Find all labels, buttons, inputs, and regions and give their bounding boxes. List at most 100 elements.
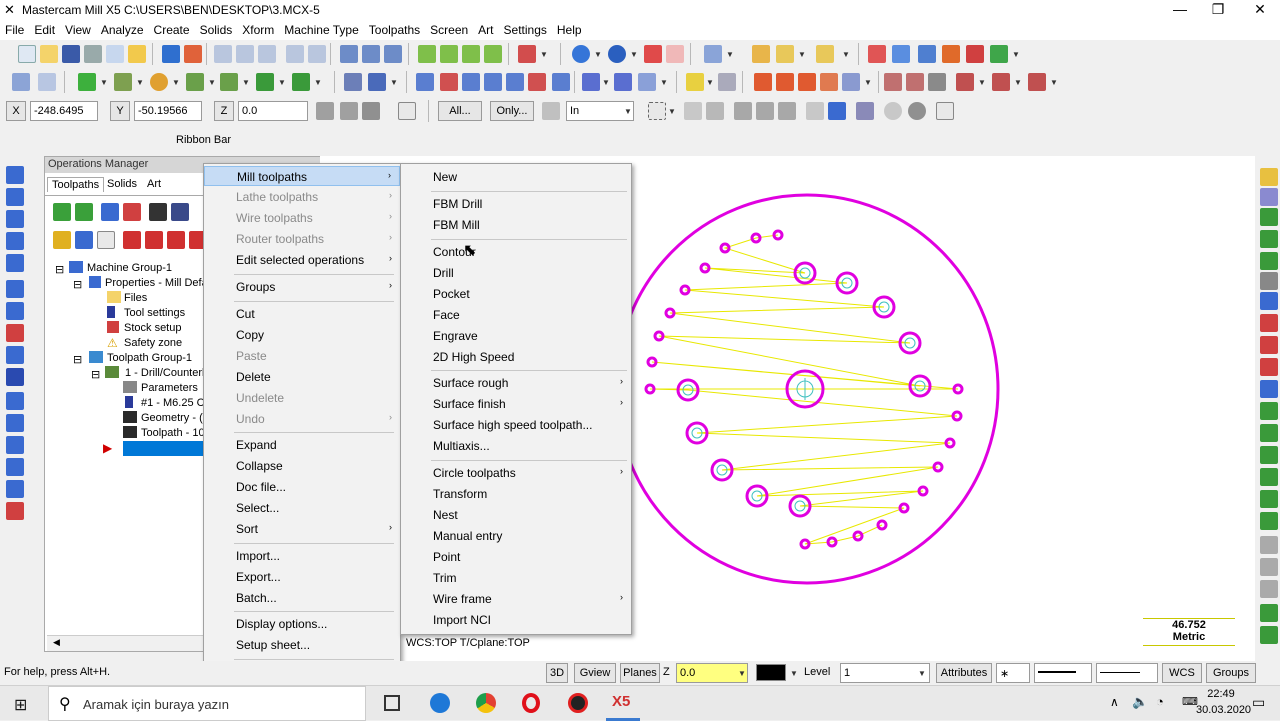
wcs-button[interactable]: WCS — [1162, 663, 1202, 683]
network-icon[interactable]: ◔ — [1156, 694, 1164, 709]
left-tool-11-icon[interactable] — [6, 392, 24, 410]
menu-art[interactable]: Art — [473, 20, 498, 40]
submenu-item[interactable]: Face — [401, 305, 631, 325]
submenu-item[interactable]: Nest — [401, 505, 631, 525]
right-tool-21-icon[interactable] — [1260, 604, 1278, 622]
tree-expander[interactable]: ⊟ — [73, 278, 82, 291]
grid-3-icon[interactable] — [798, 73, 816, 91]
sel-6-icon[interactable] — [806, 102, 824, 120]
submenu-item[interactable]: Engrave — [401, 326, 631, 346]
misc-1-icon[interactable] — [884, 73, 902, 91]
ctx-menu-item[interactable]: Expand — [204, 435, 400, 455]
tree-item[interactable]: 1 - Drill/Counterbo — [125, 367, 214, 379]
ctx-menu-item[interactable]: Setup sheet... — [204, 635, 400, 655]
left-tool-10-icon[interactable] — [6, 368, 24, 386]
tree-expander[interactable]: ⊟ — [55, 263, 64, 276]
print-preview-icon[interactable] — [106, 45, 124, 63]
pencil-icon[interactable] — [752, 45, 770, 63]
right-tool-12-icon[interactable] — [1260, 402, 1278, 420]
tree-item[interactable]: Properties - Mill Defau — [105, 277, 214, 289]
tree-item[interactable]: Safety zone — [124, 337, 182, 349]
right-tool-7-icon[interactable] — [1260, 292, 1278, 310]
tree-expander[interactable]: ⊟ — [73, 353, 82, 366]
scroll-left-icon[interactable]: ◀ — [53, 637, 60, 648]
misc-3-icon[interactable] — [928, 73, 946, 91]
menu-settings[interactable]: Settings — [499, 20, 552, 40]
sel-2-icon[interactable] — [706, 102, 724, 120]
z-coordinate-field[interactable]: 0.0 — [238, 101, 308, 121]
menu-edit[interactable]: Edit — [29, 20, 60, 40]
grid-1-icon[interactable] — [754, 73, 772, 91]
move-up-icon[interactable] — [145, 231, 163, 249]
menu-screen[interactable]: Screen — [425, 20, 473, 40]
ctx-menu-item[interactable]: Sort › — [204, 519, 400, 539]
left-tool-5-icon[interactable] — [6, 254, 24, 272]
windows-start-icon[interactable]: ⊞ — [14, 695, 27, 715]
groups-button[interactable]: Groups — [1206, 663, 1256, 683]
notification-icon[interactable]: ▭ — [1252, 694, 1265, 711]
clock-time[interactable]: 22:49 — [1200, 688, 1242, 700]
solid-view-3-icon[interactable] — [462, 45, 480, 63]
verify-icon[interactable] — [171, 203, 189, 221]
sphere-icon[interactable] — [608, 45, 626, 63]
table-icon[interactable] — [638, 73, 656, 91]
break-icon[interactable] — [368, 73, 386, 91]
iso-view-icon[interactable] — [704, 45, 722, 63]
translate-icon[interactable] — [990, 45, 1008, 63]
3d-button[interactable]: 3D — [546, 663, 568, 683]
right-tool-11-icon[interactable] — [1260, 380, 1278, 398]
globe-icon[interactable] — [572, 45, 590, 63]
ctx-menu-item[interactable]: Display options... — [204, 614, 400, 634]
tree-expander[interactable]: ⊟ — [91, 368, 100, 381]
zoom-window-icon[interactable] — [236, 45, 254, 63]
project-icon[interactable] — [582, 73, 600, 91]
measure-icon[interactable] — [776, 45, 794, 63]
menu-analyze[interactable]: Analyze — [96, 20, 149, 40]
undo-icon[interactable] — [12, 73, 30, 91]
mastercam-icon[interactable]: X5 — [612, 693, 634, 713]
ctx-menu-item[interactable]: Mill toolpaths › — [204, 166, 400, 186]
zoom-out-icon[interactable] — [308, 45, 326, 63]
grid-2-icon[interactable] — [776, 73, 794, 91]
left-tool-16-icon[interactable] — [6, 502, 24, 520]
roll-icon[interactable] — [966, 45, 984, 63]
submenu-item[interactable]: FBM Drill — [401, 194, 631, 214]
circle-icon[interactable] — [150, 73, 168, 91]
y-label[interactable]: Y — [110, 101, 130, 121]
backplot-icon[interactable] — [149, 203, 167, 221]
ctx-menu-item[interactable]: Doc file... — [204, 477, 400, 497]
tab-solids[interactable]: Solids — [103, 177, 141, 191]
right-tool-1-icon[interactable] — [1260, 168, 1278, 186]
tree-item[interactable]: Geometry - (3 — [141, 412, 209, 424]
bulb-icon[interactable] — [128, 45, 146, 63]
xform-4-icon[interactable] — [484, 73, 502, 91]
select-all-button[interactable]: All... — [438, 101, 482, 121]
insert-arrow-icon[interactable] — [167, 231, 185, 249]
toolpath-edit-icon[interactable] — [718, 73, 736, 91]
fast-point-icon[interactable] — [316, 102, 334, 120]
analyze-icon[interactable] — [816, 45, 834, 63]
redo-icon[interactable] — [38, 73, 56, 91]
toolpath-bulb-icon[interactable] — [686, 73, 704, 91]
left-tool-4-icon[interactable] — [6, 232, 24, 250]
offset-icon[interactable] — [942, 45, 960, 63]
taskbar-search[interactable]: ⚲ Aramak için buraya yazın — [48, 686, 366, 721]
sel-9-icon[interactable] — [884, 102, 902, 120]
close-button[interactable]: ✕ — [1240, 0, 1280, 20]
curve-icon[interactable] — [256, 73, 274, 91]
y-coordinate-field[interactable]: -50.19566 — [134, 101, 202, 121]
select-only-button[interactable]: Only... — [490, 101, 534, 121]
opera-icon[interactable] — [522, 693, 540, 713]
submenu-item[interactable]: Contour — [401, 242, 631, 262]
zoom-target-icon[interactable] — [258, 45, 276, 63]
toggle-display-icon[interactable] — [75, 231, 93, 249]
right-tool-16-icon[interactable] — [1260, 490, 1278, 508]
ctx-menu-item[interactable]: Export... — [204, 567, 400, 587]
select-clear-icon[interactable] — [384, 45, 402, 63]
right-tool-9-icon[interactable] — [1260, 336, 1278, 354]
submenu-item[interactable]: Point — [401, 547, 631, 567]
save-icon[interactable] — [62, 45, 80, 63]
sel-help-icon[interactable] — [936, 102, 954, 120]
right-tool-6-icon[interactable] — [1260, 272, 1278, 290]
ctx-menu-item[interactable]: Cut — [204, 304, 400, 324]
